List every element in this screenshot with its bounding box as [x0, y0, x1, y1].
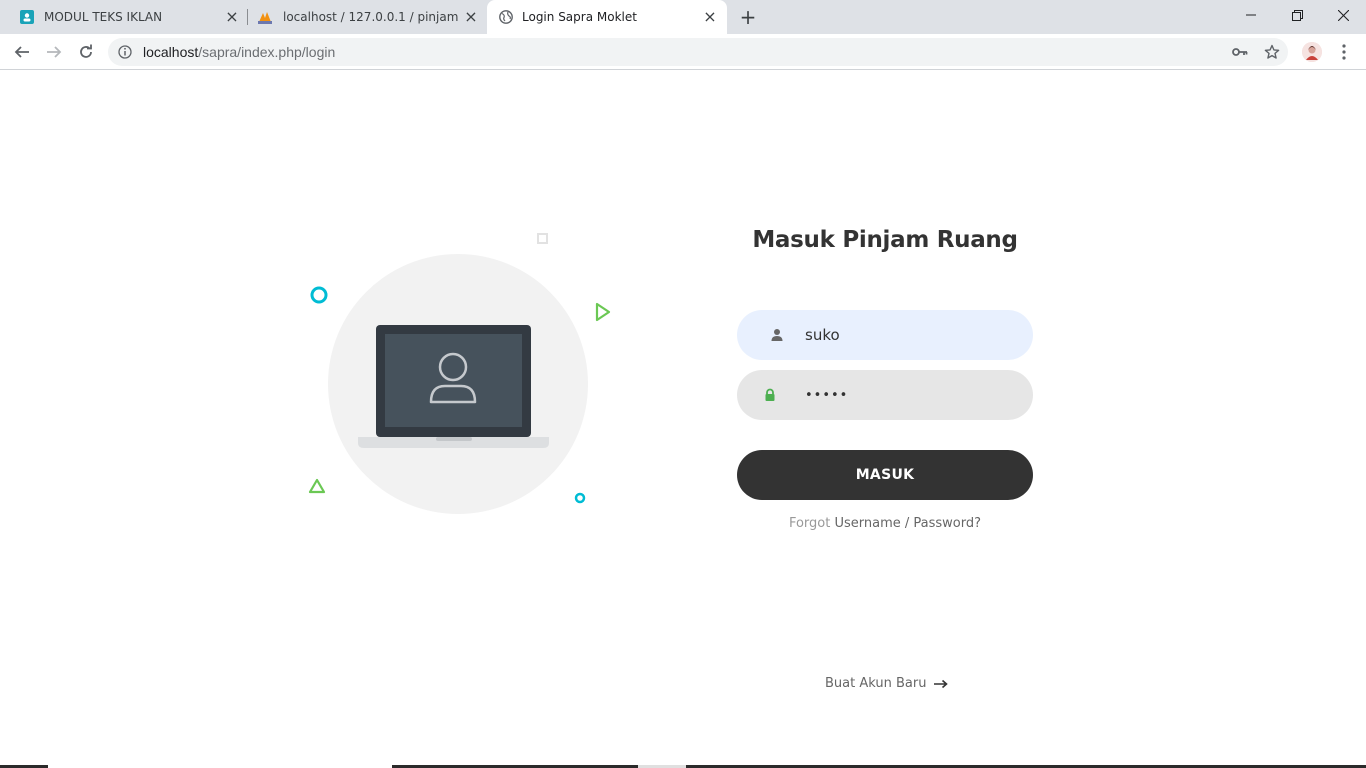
kebab-menu-icon[interactable]: [1337, 43, 1351, 61]
arrow-right-icon: [934, 679, 949, 688]
globe-icon: [499, 10, 513, 24]
laptop-user-illustration: [308, 233, 611, 514]
url-path: /sapra/index.php/login: [198, 44, 336, 60]
restore-button[interactable]: [1274, 0, 1320, 30]
deco-triangle-up: [308, 478, 326, 494]
tab-title: Login Sapra Moklet: [522, 10, 637, 24]
password-input[interactable]: [805, 370, 1015, 420]
username-field[interactable]: [737, 310, 1033, 360]
back-button[interactable]: [10, 40, 34, 64]
page-content: Masuk Pinjam Ruang MASUK Forgot Username…: [0, 71, 1366, 768]
user-icon: [771, 329, 783, 341]
close-window-button[interactable]: [1320, 0, 1366, 30]
info-icon[interactable]: [118, 45, 132, 59]
create-account-link[interactable]: Buat Akun Baru: [825, 676, 949, 691]
tab-close-button[interactable]: ×: [702, 9, 718, 25]
bookmark-button[interactable]: [1264, 44, 1280, 60]
reload-icon: [80, 44, 92, 58]
minimize-button[interactable]: [1228, 0, 1274, 30]
deco-square: [537, 233, 548, 244]
arrow-right-icon: [47, 46, 62, 58]
forgot-credentials-link[interactable]: Username / Password?: [834, 516, 981, 531]
deco-ring-small: [574, 492, 586, 504]
profile-avatar[interactable]: [1302, 42, 1322, 62]
tab-title: localhost / 127.0.0.1 / pinjam_ruang: [283, 10, 458, 24]
deco-ring-large: [310, 286, 328, 304]
reload-button[interactable]: [74, 40, 98, 64]
forgot-credentials: Forgot Username / Password?: [737, 516, 1033, 531]
key-icon: [1232, 48, 1248, 56]
tab-modul-teks-iklan[interactable]: MODUL TEKS IKLAN ×: [0, 0, 246, 34]
restore-icon: [1291, 9, 1303, 21]
password-field[interactable]: [737, 370, 1033, 420]
url-host: localhost: [143, 44, 199, 60]
close-icon: [1337, 9, 1349, 21]
login-title: Masuk Pinjam Ruang: [752, 227, 1018, 253]
classroom-icon: [20, 10, 34, 24]
minimize-icon: [1246, 14, 1256, 16]
tab-close-button[interactable]: ×: [224, 9, 240, 25]
laptop-notch: [436, 437, 472, 441]
tab-login-sapra-moklet[interactable]: Login Sapra Moklet ×: [487, 0, 727, 34]
tab-close-button[interactable]: ×: [463, 9, 479, 25]
username-input[interactable]: [805, 310, 1015, 360]
tab-title: MODUL TEKS IKLAN: [44, 10, 163, 24]
avatar-icon: [1302, 42, 1322, 62]
phpmyadmin-icon: [258, 12, 272, 24]
new-tab-button[interactable]: +: [738, 7, 758, 27]
login-button[interactable]: MASUK: [737, 450, 1033, 500]
deco-triangle-right: [595, 302, 611, 322]
passwords-button[interactable]: [1232, 44, 1248, 60]
tab-phpmyadmin[interactable]: localhost / 127.0.0.1 / pinjam_ruang ×: [248, 0, 486, 34]
arrow-left-icon: [14, 46, 29, 58]
star-icon: [1264, 44, 1280, 59]
lock-icon: [765, 388, 775, 401]
tab-strip: MODUL TEKS IKLAN × localhost / 127.0.0.1…: [0, 0, 1366, 34]
url-text[interactable]: localhost/sapra/index.php/login: [143, 44, 335, 60]
create-account-label: Buat Akun Baru: [825, 676, 927, 691]
forgot-prefix: Forgot: [788, 516, 831, 531]
forward-button[interactable]: [42, 40, 66, 64]
